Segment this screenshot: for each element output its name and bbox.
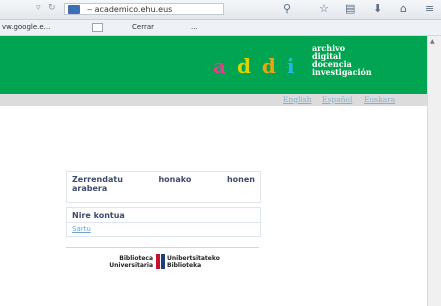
language-bar: English Español Euskara — [0, 94, 427, 106]
logo-text-line: Biblioteka — [167, 262, 202, 269]
footer-divider — [66, 247, 259, 248]
clipboard-icon[interactable]: ▤ — [345, 2, 355, 16]
menu-icon[interactable]: ≡ — [425, 2, 434, 16]
bookmark-google[interactable]: vw.google.e... — [2, 23, 50, 31]
library-logo-right: Unibertsitateko Biblioteka — [167, 255, 220, 269]
browse-title-word: honen — [226, 175, 255, 184]
bookmark-more[interactable]: ... — [191, 23, 198, 31]
bookmark-folder-icon[interactable] — [92, 23, 103, 32]
site-favicon-icon — [68, 5, 80, 14]
lang-euskara-link[interactable]: Euskara — [364, 95, 395, 104]
logo-text-line: Biblioteca — [119, 255, 153, 262]
bookmarks-bar: vw.google.e... Cerrar ... — [0, 20, 441, 36]
logo-letter-a: a — [213, 54, 228, 78]
logo-letter-d2: d — [261, 54, 278, 78]
browse-title-word: Zerrendatu — [72, 175, 123, 184]
account-panel: Nire kontua Sartu — [66, 207, 261, 237]
site-header: a d d i archivo digital docencia investi… — [0, 36, 427, 94]
star-icon[interactable]: ☆ — [319, 2, 329, 16]
browse-title-word: honako — [158, 175, 192, 184]
addi-logo[interactable]: a d d i — [213, 54, 296, 78]
logo-letter-i: i — [286, 54, 297, 78]
browse-panel: Zerrendatu honako honen arabera — [66, 171, 261, 203]
login-link[interactable]: Sartu — [67, 225, 260, 236]
logo-letter-d1: d — [236, 54, 253, 78]
scrollbar[interactable] — [427, 36, 441, 306]
logo-text-line: Universitaria — [109, 262, 153, 269]
bookmark-cerrar[interactable]: Cerrar — [132, 23, 154, 31]
browse-title-line2: arabera — [72, 184, 108, 193]
download-icon[interactable]: ⬇ — [373, 2, 382, 16]
reload-icon[interactable]: ↻ — [48, 3, 56, 13]
lang-english-link[interactable]: English — [283, 95, 312, 104]
logo-subtitle: archivo digital docencia investigación — [312, 44, 422, 76]
scroll-up-icon[interactable]: ▲ — [430, 38, 435, 45]
browser-toolbar: ▿ ↻ ‒ academico.ehu.eus ⚲ ☆ ▤ ⬇ ⌂ ≡ — [0, 0, 441, 20]
library-emblem-icon — [161, 254, 165, 269]
search-icon[interactable]: ⚲ — [283, 2, 291, 16]
subtitle-line: investigación — [312, 67, 372, 77]
lang-espanol-link[interactable]: Español — [322, 95, 352, 104]
url-prefix: ‒ — [87, 5, 93, 14]
address-bar[interactable]: ‒ academico.ehu.eus — [64, 3, 224, 15]
library-logo-left: Biblioteca Universitaria — [95, 255, 153, 269]
logo-text-line: Unibertsitateko — [167, 255, 220, 262]
browse-panel-title: Zerrendatu honako honen arabera — [67, 172, 260, 195]
home-icon[interactable]: ⌂ — [400, 2, 407, 16]
url-text: academico.ehu.eus — [94, 5, 173, 14]
library-logo[interactable]: Biblioteca Universitaria Unibertsitateko… — [95, 253, 245, 273]
dropdown-arrow-icon[interactable]: ▿ — [36, 3, 41, 13]
library-emblem-icon — [156, 254, 160, 269]
account-panel-title: Nire kontua — [67, 208, 260, 223]
